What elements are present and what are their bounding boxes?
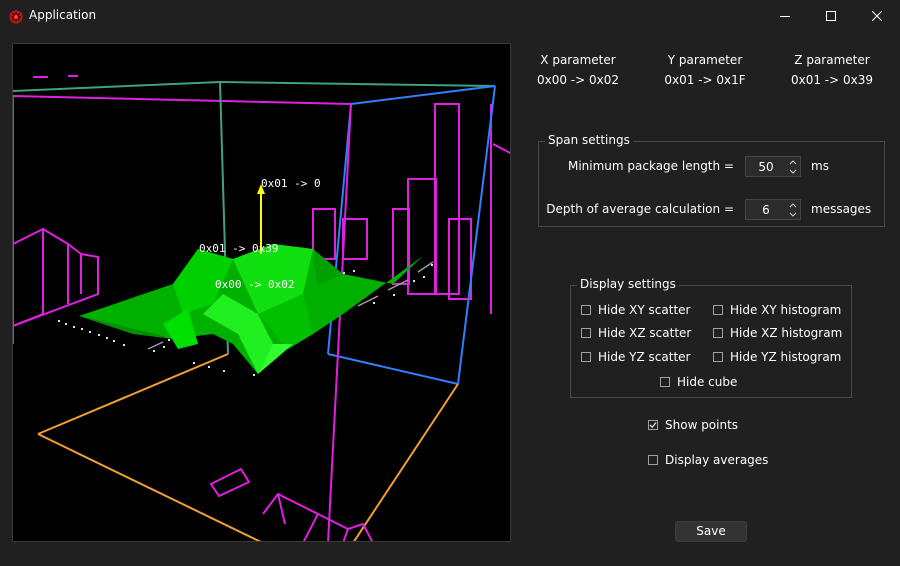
checkbox-box[interactable] — [713, 305, 723, 315]
y-parameter-heading: Y parameter — [667, 53, 743, 67]
min-package-unit: ms — [811, 159, 829, 173]
chevron-down-icon — [789, 169, 797, 174]
hide-yz-scatter-checkbox[interactable]: Hide YZ scatter — [581, 350, 690, 364]
depth-up-button[interactable] — [788, 201, 798, 209]
checkbox-box[interactable] — [581, 328, 591, 338]
min-package-up-button[interactable] — [788, 158, 798, 166]
hide-yz-histogram-label: Hide YZ histogram — [730, 350, 842, 364]
hide-yz-histogram-checkbox[interactable]: Hide YZ histogram — [713, 350, 841, 364]
window-title: Application — [29, 8, 97, 22]
depth-label: Depth of average calculation = — [546, 202, 734, 216]
y-parameter-value: 0x01 -> 0x1F — [664, 73, 746, 87]
checkbox-box[interactable] — [660, 377, 670, 387]
3d-plot-viewport[interactable]: 0x01 -> 0 0x01 -> 0x39 0x00 -> 0x02 — [12, 43, 511, 542]
display-settings-group: Display settings Hide XY scatter Hide XY… — [570, 277, 852, 398]
chevron-up-icon — [789, 159, 797, 164]
hide-xz-histogram-checkbox[interactable]: Hide XZ histogram — [713, 326, 842, 340]
depth-unit: messages — [811, 202, 872, 216]
hide-cube-label: Hide cube — [677, 375, 738, 389]
display-averages-checkbox[interactable]: Display averages — [648, 453, 768, 467]
show-points-label: Show points — [665, 418, 739, 432]
checkbox-box[interactable] — [581, 352, 591, 362]
show-points-checkbox[interactable]: Show points — [648, 418, 738, 432]
close-icon — [872, 11, 882, 21]
minimize-button[interactable] — [762, 0, 808, 32]
chevron-down-icon — [789, 212, 797, 217]
display-settings-title: Display settings — [577, 277, 679, 291]
min-package-spinbox[interactable] — [745, 156, 801, 177]
checkbox-box[interactable] — [713, 328, 723, 338]
min-package-label: Minimum package length = — [567, 159, 734, 173]
depth-spinbox[interactable] — [745, 199, 801, 220]
hide-xz-histogram-label: Hide XZ histogram — [730, 326, 843, 340]
hide-cube-checkbox[interactable]: Hide cube — [660, 375, 737, 389]
maximize-button[interactable] — [808, 0, 854, 32]
maximize-icon — [826, 11, 836, 21]
title-bar[interactable]: Application — [0, 0, 900, 32]
hide-xy-histogram-label: Hide XY histogram — [730, 303, 842, 317]
check-icon — [649, 422, 657, 429]
hide-xz-scatter-checkbox[interactable]: Hide XZ scatter — [581, 326, 691, 340]
hide-yz-scatter-label: Hide YZ scatter — [598, 350, 691, 364]
average-surface — [79, 244, 423, 374]
display-averages-label: Display averages — [665, 453, 769, 467]
z-parameter-heading: Z parameter — [794, 53, 870, 67]
close-button[interactable] — [854, 0, 900, 32]
xz-histogram — [209, 467, 374, 541]
z-parameter-value: 0x01 -> 0x39 — [790, 73, 874, 87]
span-settings-title: Span settings — [545, 133, 633, 147]
minimize-icon — [780, 16, 790, 17]
min-package-down-button[interactable] — [788, 167, 798, 175]
hide-xy-scatter-label: Hide XY scatter — [598, 303, 691, 317]
application-window: Application 0x01 -> 0 0x01 -> 0x39 0x00 … — [0, 0, 900, 566]
depth-down-button[interactable] — [788, 210, 798, 218]
checkbox-box[interactable] — [581, 305, 591, 315]
x-parameter-value: 0x00 -> 0x02 — [536, 73, 620, 87]
save-button[interactable]: Save — [675, 521, 747, 542]
3d-scene — [13, 75, 510, 541]
checkbox-box[interactable] — [713, 352, 723, 362]
span-settings-group: Span settings Minimum package length = m… — [538, 133, 885, 227]
hide-xy-histogram-checkbox[interactable]: Hide XY histogram — [713, 303, 841, 317]
checkbox-box[interactable] — [648, 420, 658, 430]
app-icon — [9, 9, 23, 24]
hide-xz-scatter-label: Hide XZ scatter — [598, 326, 692, 340]
checkbox-box[interactable] — [648, 455, 658, 465]
depth-input[interactable] — [746, 200, 786, 219]
chevron-up-icon — [789, 202, 797, 207]
axis-label-depth: 0x01 -> 0x39 — [199, 242, 279, 255]
axis-label-horizontal: 0x00 -> 0x02 — [215, 278, 295, 291]
min-package-input[interactable] — [746, 157, 786, 176]
hide-xy-scatter-checkbox[interactable]: Hide XY scatter — [581, 303, 690, 317]
x-parameter-heading: X parameter — [540, 53, 616, 67]
axis-label-vertical: 0x01 -> 0 — [261, 177, 321, 190]
